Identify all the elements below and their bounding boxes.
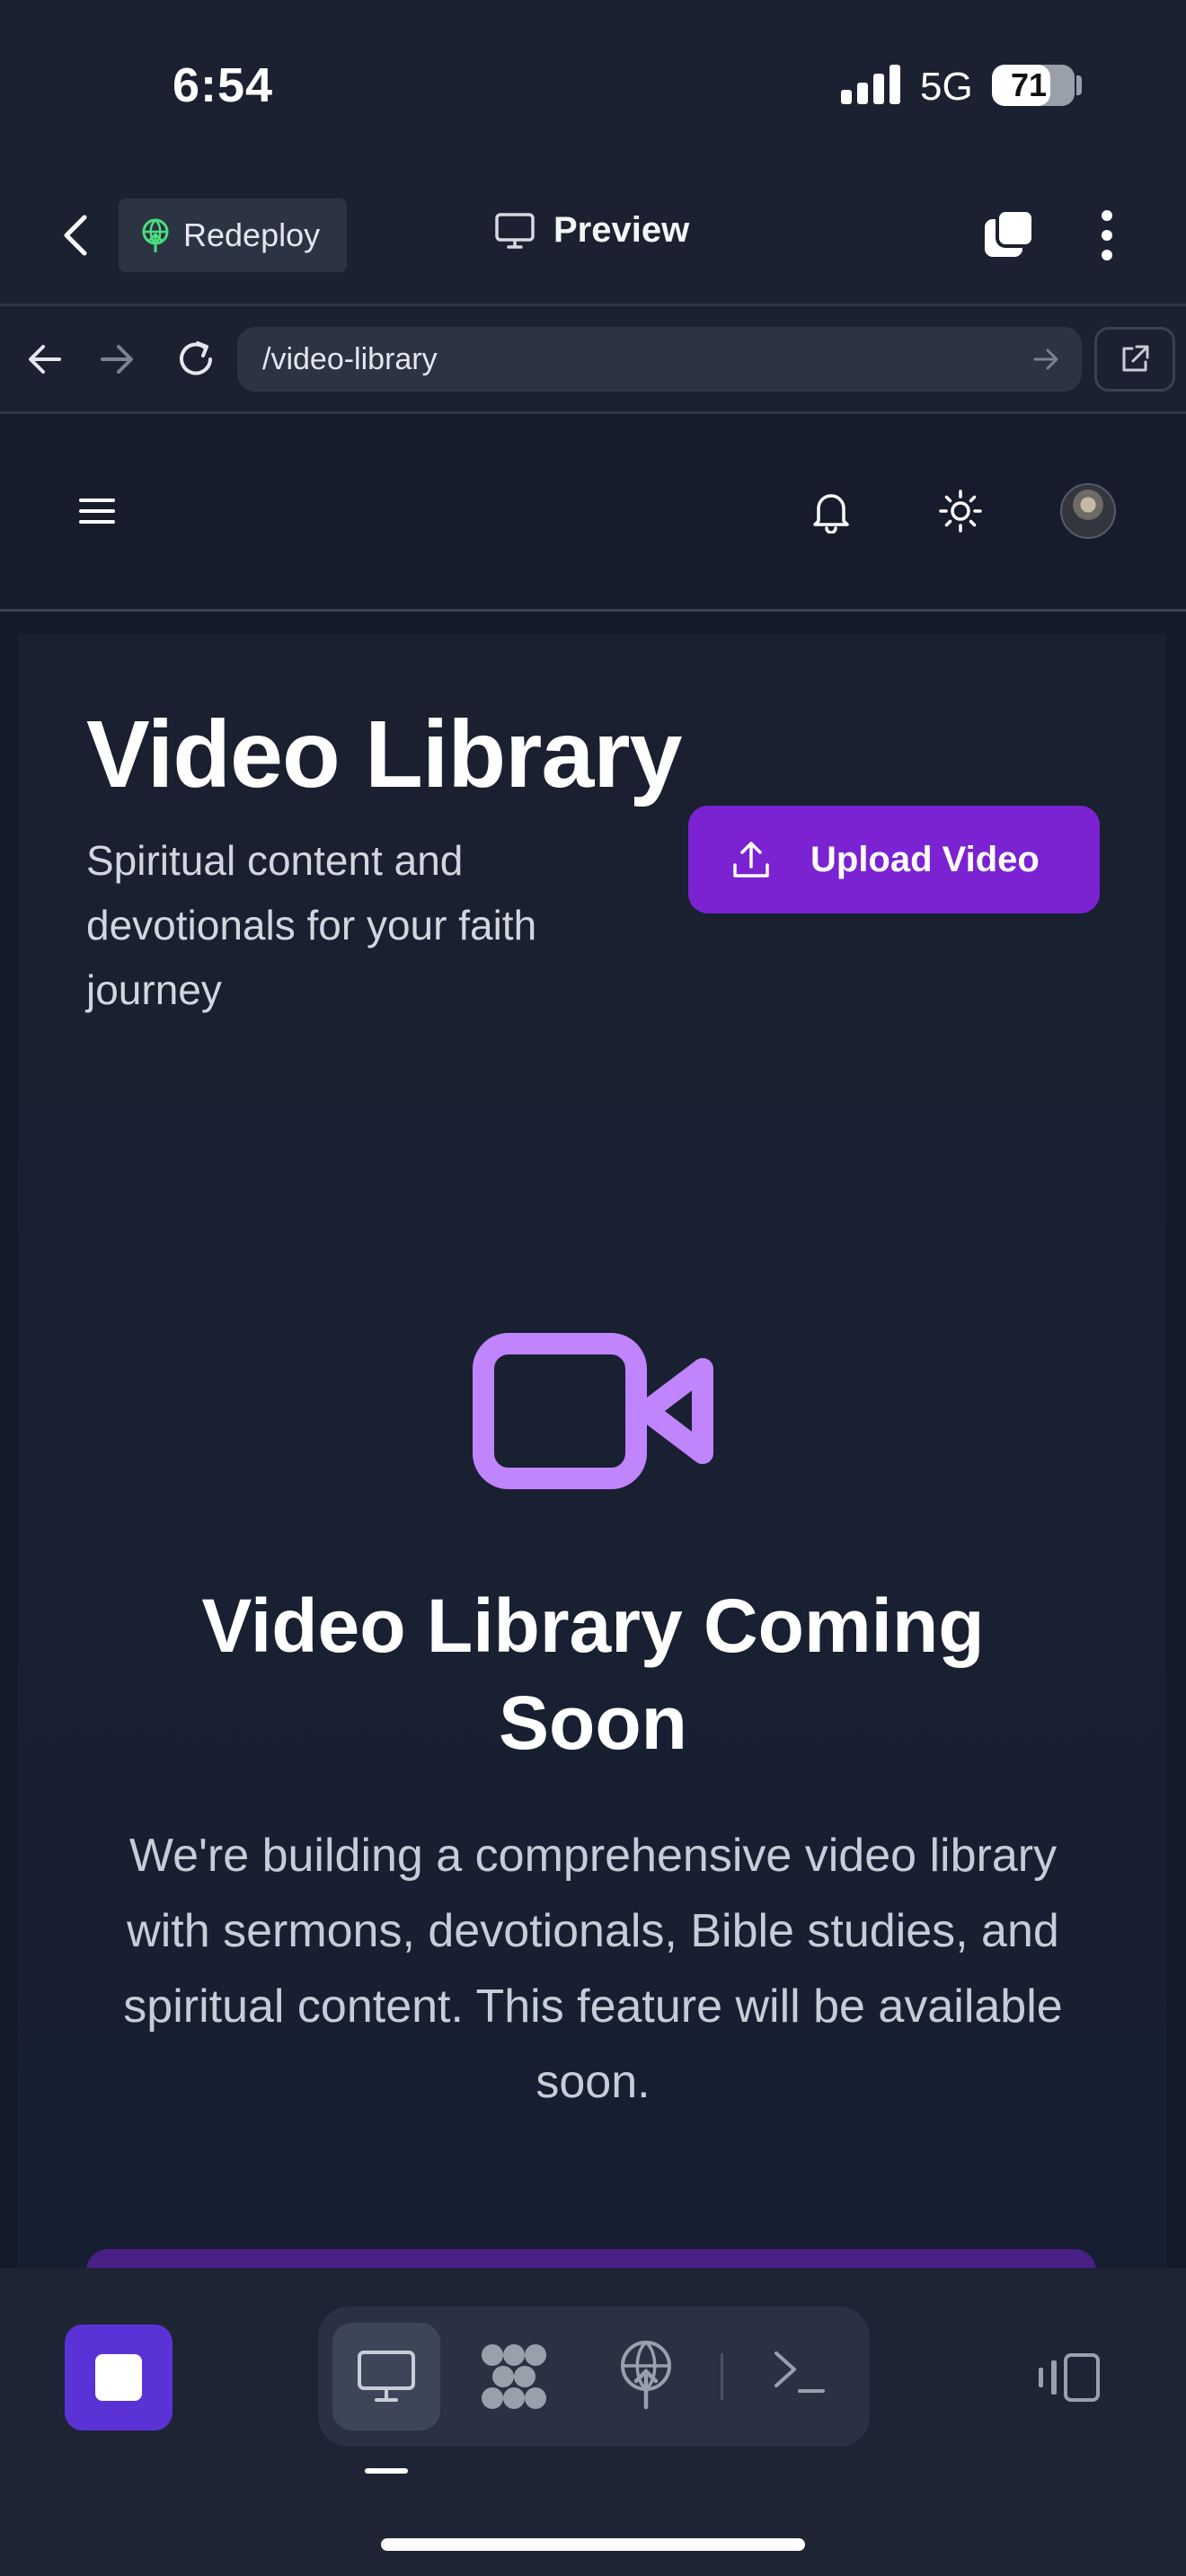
url-text: /video-library — [262, 341, 438, 376]
stop-button[interactable] — [65, 2325, 173, 2430]
stop-icon — [95, 2354, 142, 2401]
top-divider — [0, 304, 1186, 306]
desktop-tool-button[interactable] — [332, 2323, 440, 2430]
url-go-button[interactable] — [1031, 345, 1060, 374]
arrow-right-icon — [101, 345, 133, 374]
deploy-globe-icon — [142, 218, 169, 252]
external-link-icon — [1122, 345, 1149, 372]
network-label: 5G — [920, 65, 973, 109]
more-vertical-icon — [1102, 210, 1112, 260]
desktop-icon — [358, 2351, 415, 2402]
apps-tool-button[interactable] — [478, 2341, 550, 2413]
reload-button[interactable] — [174, 338, 217, 381]
tool-separator — [721, 2353, 723, 2400]
active-tool-indicator — [365, 2468, 408, 2474]
signal-bars-icon — [841, 65, 904, 104]
upload-video-label: Upload Video — [810, 839, 1040, 879]
chevron-left-icon — [64, 215, 87, 256]
video-camera-icon — [473, 1333, 713, 1489]
coming-soon-title: Video Library Coming Soon — [201, 1584, 985, 1765]
tabs-icon — [985, 208, 1035, 257]
upload-icon — [733, 842, 769, 878]
deploy-tool-button[interactable] — [615, 2339, 677, 2411]
tabs-button[interactable] — [981, 207, 1037, 262]
site-header — [0, 414, 1186, 610]
more-button[interactable] — [1087, 208, 1127, 262]
menu-icon[interactable] — [79, 497, 115, 525]
layout-toggle-button[interactable] — [1033, 2351, 1102, 2404]
upload-video-button[interactable]: Upload Video — [688, 806, 1100, 913]
coming-soon-description: We're building a comprehensive video lib… — [123, 1830, 1063, 2108]
url-bar[interactable]: /video-library — [237, 327, 1082, 392]
redeploy-button[interactable]: Redeploy — [119, 198, 347, 272]
deploy-icon — [621, 2341, 671, 2410]
page-subtitle: Spiritual content and devotionals for yo… — [86, 837, 537, 1013]
home-indicator — [381, 2538, 805, 2551]
status-time: 6:54 — [173, 58, 274, 112]
preview-label: Preview — [553, 210, 690, 250]
sun-icon[interactable] — [938, 489, 983, 534]
layout-toggle-icon — [1039, 2353, 1100, 2402]
redeploy-label: Redeploy — [183, 216, 321, 253]
bell-icon[interactable] — [810, 489, 852, 534]
apps-icon — [482, 2344, 546, 2409]
monitor-icon — [495, 212, 535, 249]
preview-tab[interactable]: Preview — [494, 210, 689, 251]
open-external-button[interactable] — [1094, 327, 1175, 392]
battery-level: 71 — [1010, 66, 1048, 103]
reload-icon — [180, 341, 212, 375]
arrow-left-icon — [29, 345, 61, 374]
shell-tool-button[interactable] — [773, 2348, 827, 2396]
arrow-go-icon — [1033, 348, 1058, 370]
browser-back-button[interactable] — [25, 341, 63, 377]
browser-forward-button[interactable] — [99, 341, 137, 377]
back-button[interactable] — [56, 210, 93, 260]
avatar[interactable] — [1060, 483, 1116, 539]
battery-cap — [1076, 75, 1082, 95]
battery-icon: 71 — [992, 65, 1075, 106]
page-title: Video Library — [86, 701, 682, 807]
shell-icon — [774, 2351, 825, 2393]
